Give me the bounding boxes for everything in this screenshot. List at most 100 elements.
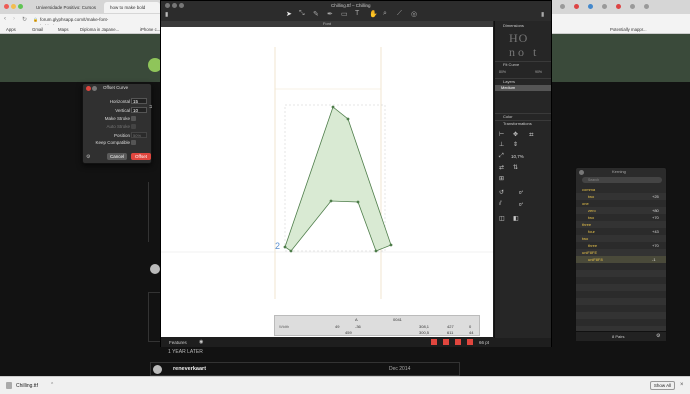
scale-field[interactable]: 10,7%: [511, 154, 524, 159]
boolean-subtract-icon[interactable]: ◧: [513, 215, 519, 222]
features-popup[interactable]: Features: [169, 340, 187, 345]
offset-button[interactable]: Offset: [131, 153, 151, 160]
kerning-settings-gear-icon[interactable]: ⚙: [656, 333, 660, 339]
minimize-dialog-icon[interactable]: [92, 86, 97, 91]
text-tool-icon[interactable]: T: [355, 10, 359, 17]
align-left-icon[interactable]: ⊢: [499, 131, 504, 138]
show-all-button[interactable]: Show All: [650, 381, 675, 390]
make-stroke-checkbox[interactable]: [131, 116, 136, 121]
vertical-field[interactable]: 10: [131, 107, 147, 113]
flip-vertical-icon[interactable]: ⇅: [513, 164, 518, 171]
lsb-field[interactable]: 49: [335, 324, 339, 329]
close-panel-icon[interactable]: [579, 170, 584, 175]
tab-favicon[interactable]: [644, 4, 649, 9]
zoom-window-icon[interactable]: [18, 4, 23, 9]
close-window-icon[interactable]: [4, 4, 9, 9]
browser-tab-active[interactable]: how to make bold: [104, 2, 160, 13]
flip-horizontal-icon[interactable]: ⇄: [499, 164, 504, 171]
kerning-row[interactable]: zero +80: [576, 207, 666, 214]
preview-color-icon[interactable]: [431, 339, 437, 345]
boolean-union-icon[interactable]: ◫: [499, 215, 505, 222]
zoom-window-icon[interactable]: [179, 3, 184, 8]
minimize-window-icon[interactable]: [11, 4, 16, 9]
browser-tab[interactable]: Universidade Positivo: Cursos: [30, 2, 102, 13]
primitives-tool-icon[interactable]: ▭: [341, 10, 348, 18]
kerning-search-field[interactable]: Search: [582, 177, 662, 183]
align-bottom-icon[interactable]: ⊥: [499, 141, 504, 148]
kerning-row[interactable]: two +25: [576, 193, 666, 200]
bookmark-maps[interactable]: Maps: [58, 26, 69, 33]
tab-favicon[interactable]: [630, 4, 635, 9]
bookmark-apps[interactable]: Apps: [6, 26, 16, 33]
hand-tool-icon[interactable]: ✋: [369, 10, 378, 18]
minimize-window-icon[interactable]: [172, 3, 177, 8]
preview-eye-icon[interactable]: ◉: [199, 339, 203, 345]
auto-stroke-checkbox[interactable]: [131, 124, 136, 129]
cancel-button[interactable]: Cancel: [107, 153, 127, 160]
horizontal-field[interactable]: 15: [131, 98, 147, 104]
kerning-row[interactable]: comma: [576, 186, 666, 193]
bookmark-mappr[interactable]: Potentially mappr...: [610, 26, 647, 33]
tab-favicon[interactable]: [574, 4, 579, 9]
close-dialog-icon[interactable]: [86, 86, 91, 91]
w-field[interactable]: 427: [447, 324, 454, 329]
palette-toggle-icon[interactable]: ▮: [541, 11, 544, 18]
rsb-field[interactable]: -36: [355, 324, 361, 329]
download-menu-chevron-icon[interactable]: ⌃: [50, 382, 54, 388]
fit-min[interactable]: 80%: [499, 70, 506, 74]
select-all-tool-icon[interactable]: ⤡: [299, 10, 305, 18]
avatar[interactable]: [153, 365, 162, 374]
preview-color-icon[interactable]: [443, 339, 449, 345]
zoom-tool-icon[interactable]: ⌕: [383, 10, 387, 18]
draw-tool-icon[interactable]: ✎: [313, 10, 319, 18]
position-field[interactable]: 50%: [131, 132, 147, 138]
kerning-row[interactable]: three: [576, 221, 666, 228]
kerning-row-selected[interactable]: uniF8F8 -1: [576, 256, 666, 263]
kerning-row[interactable]: one: [576, 200, 666, 207]
close-window-icon[interactable]: [165, 3, 170, 8]
select-tool-icon[interactable]: ➤: [286, 10, 292, 18]
glyph-drawing[interactable]: 2: [161, 27, 493, 337]
preview-color-icon[interactable]: [455, 339, 461, 345]
kerning-row[interactable]: two +70: [576, 214, 666, 221]
slant-field[interactable]: 0°: [519, 202, 523, 207]
bookmark-iphone[interactable]: iPhone c...: [140, 26, 160, 33]
rotate-icon[interactable]: ↺: [499, 189, 504, 196]
fit-max[interactable]: 90%: [535, 70, 542, 74]
y-field[interactable]: 300,5: [419, 330, 429, 335]
settings-gear-icon[interactable]: ⚙: [86, 154, 90, 160]
preview-color-icon[interactable]: [467, 339, 473, 345]
bookmark-gmail[interactable]: Gmail: [32, 26, 43, 33]
tab-favicon[interactable]: [616, 4, 621, 9]
x-field[interactable]: 308,1: [419, 324, 429, 329]
bookmark-diploma[interactable]: Diploma in Japane...: [80, 26, 119, 33]
reload-icon[interactable]: ↻: [22, 16, 27, 23]
kerning-row[interactable]: three +70: [576, 242, 666, 249]
kerning-row[interactable]: two: [576, 235, 666, 242]
tab-favicon[interactable]: [602, 4, 607, 9]
pen-tool-icon[interactable]: ✒: [327, 10, 333, 18]
keep-compatible-checkbox[interactable]: [131, 140, 136, 145]
sidebar-toggle-icon[interactable]: ▮: [165, 11, 168, 18]
url-field[interactable]: forum.glyphsapp.com/t/make-font-bolder/1…: [40, 16, 120, 29]
align-grid-icon[interactable]: ⌗: [529, 130, 534, 140]
slant-icon[interactable]: ⫽: [499, 201, 502, 208]
h-field[interactable]: 611: [447, 330, 453, 335]
download-filename[interactable]: Chilling.ttf: [16, 383, 38, 389]
tab-favicon[interactable]: [560, 4, 565, 9]
tab-favicon[interactable]: [588, 4, 593, 9]
close-download-bar-icon[interactable]: ×: [680, 382, 684, 388]
avatar[interactable]: [150, 264, 160, 274]
scale-up-icon[interactable]: ⊞: [499, 175, 504, 182]
back-icon[interactable]: ‹: [4, 16, 6, 22]
kerning-row[interactable]: four +43: [576, 228, 666, 235]
edit-canvas[interactable]: 2 A 0041 Width 49 -36 459 308,1 300,5 42…: [161, 27, 493, 337]
distribute-icon[interactable]: ⇕: [513, 141, 518, 148]
width-field[interactable]: 459: [345, 330, 352, 335]
annotation-tool-icon[interactable]: ◎: [411, 10, 417, 18]
kerning-row[interactable]: uniF8FE: [576, 249, 666, 256]
zoom-size-field[interactable]: 66 pt: [479, 340, 489, 345]
rotate-field[interactable]: 0°: [519, 190, 523, 195]
post-username[interactable]: reneverkaart: [173, 366, 206, 372]
measure-tool-icon[interactable]: ⟋: [397, 10, 402, 18]
